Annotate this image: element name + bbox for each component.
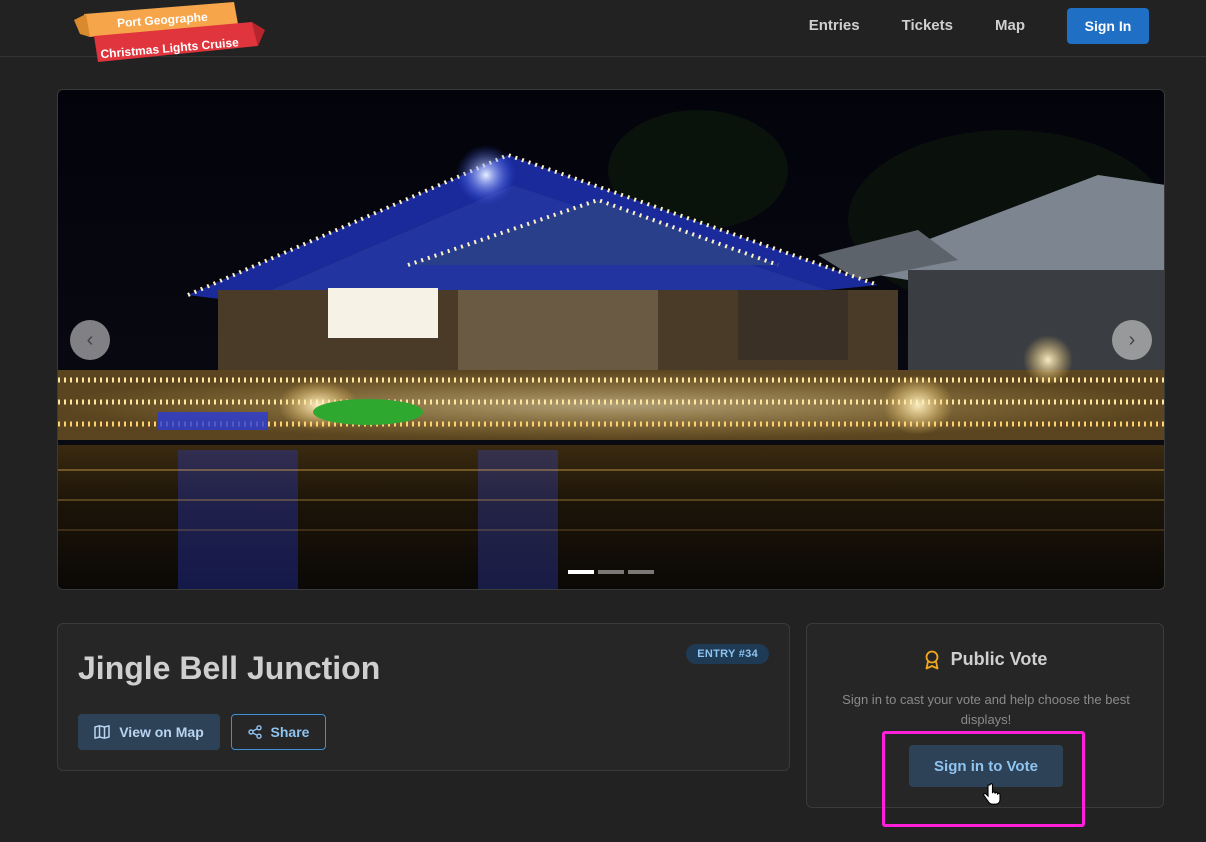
nav-map[interactable]: Map <box>995 8 1025 44</box>
chevron-left-icon: ‹ <box>86 328 94 351</box>
site-logo[interactable]: Port Geographe Christmas Lights Cruise <box>72 0 267 64</box>
entry-number-badge: ENTRY #34 <box>686 644 769 664</box>
photo-carousel: ‹ › <box>57 89 1165 590</box>
carousel-indicator-2[interactable] <box>598 570 624 574</box>
sign-in-to-vote-button[interactable]: Sign in to Vote <box>909 745 1063 787</box>
vote-header: Public Vote <box>807 649 1163 670</box>
carousel-next-button[interactable]: › <box>1112 320 1152 360</box>
share-label: Share <box>270 724 310 740</box>
sign-in-button[interactable]: Sign In <box>1067 8 1149 44</box>
public-vote-card: Public Vote Sign in to cast your vote an… <box>806 623 1164 808</box>
vote-title: Public Vote <box>950 649 1048 669</box>
hand-cursor-icon <box>983 783 1001 805</box>
entry-title: Jingle Bell Junction <box>78 650 381 686</box>
award-icon <box>925 650 939 669</box>
house-lights-photo <box>58 90 1164 589</box>
nav-entries[interactable]: Entries <box>809 8 860 44</box>
share-button[interactable]: Share <box>231 714 326 750</box>
entry-details-card: Jingle Bell Junction ENTRY #34 View on M… <box>57 623 790 771</box>
view-on-map-label: View on Map <box>119 724 204 740</box>
carousel-indicator-1[interactable] <box>568 570 594 574</box>
chevron-right-icon: › <box>1128 328 1136 351</box>
carousel-indicator-3[interactable] <box>628 570 654 574</box>
logo-banner-image: Port Geographe Christmas Lights Cruise <box>74 2 265 62</box>
top-navbar: Port Geographe Christmas Lights Cruise E… <box>0 0 1206 62</box>
carousel-prev-button[interactable]: ‹ <box>70 320 110 360</box>
nav-tickets[interactable]: Tickets <box>902 8 953 44</box>
carousel-indicators <box>58 570 1164 574</box>
view-on-map-button[interactable]: View on Map <box>78 714 220 750</box>
share-icon <box>247 725 262 739</box>
map-icon <box>94 725 110 739</box>
main-nav: Entries Tickets Map Sign In <box>809 8 1149 44</box>
vote-description: Sign in to cast your vote and help choos… <box>842 692 1130 727</box>
